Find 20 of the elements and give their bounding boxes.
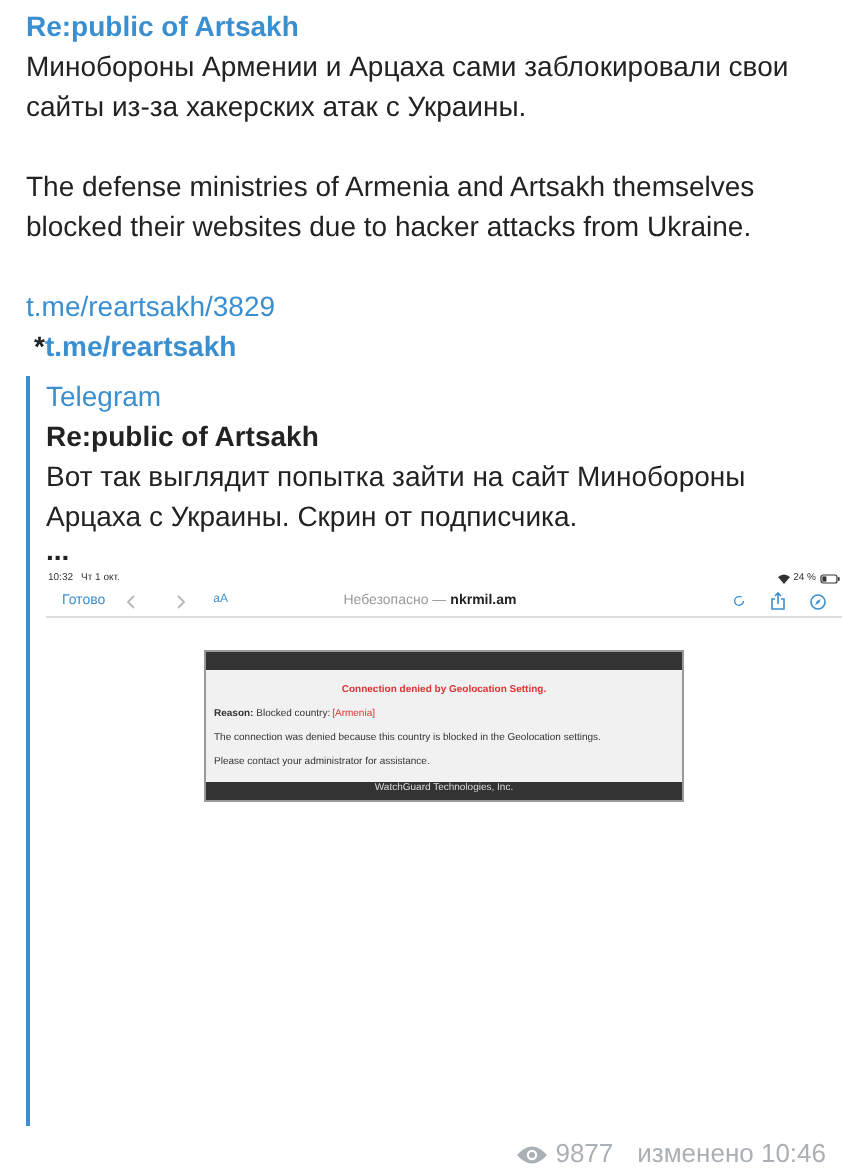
post-link[interactable]: t.me/reartsakh/3829 [26, 286, 276, 326]
wifi-icon [777, 574, 790, 584]
eye-icon [515, 1143, 548, 1165]
ellipsis: ... [46, 536, 72, 564]
edited-time: изменено 10:46 [637, 1136, 826, 1172]
quote-text: Вот так выглядит попытка зайти на сайт Минобороны Арцаха с Украины. Скрин от подписчика. [46, 458, 748, 536]
quote-channel: Re:public of Artsakh [46, 418, 321, 456]
message-text: The defense ministries of Armenia and Artsakh themselves blocked their websites due to hacker attacks from Ukraine. [26, 168, 757, 246]
asterisk: * [34, 328, 45, 366]
forward-icon[interactable] [175, 593, 186, 609]
battery-icon [820, 574, 840, 584]
message-text: Минобороны Армении и Арцаха сами заблокировали свои сайты из-за хакерских атак с Украины. [26, 48, 791, 126]
quote-source[interactable]: Telegram [46, 376, 832, 416]
share-icon[interactable] [770, 592, 786, 610]
back-icon[interactable] [125, 593, 136, 609]
view-count: 9877 [555, 1136, 614, 1172]
channel-link[interactable]: t.me/reartsakh [44, 326, 237, 366]
channel-name[interactable]: Re:public of Artsakh [26, 6, 832, 46]
reload-icon[interactable] [732, 594, 746, 608]
compass-icon[interactable] [810, 593, 826, 609]
